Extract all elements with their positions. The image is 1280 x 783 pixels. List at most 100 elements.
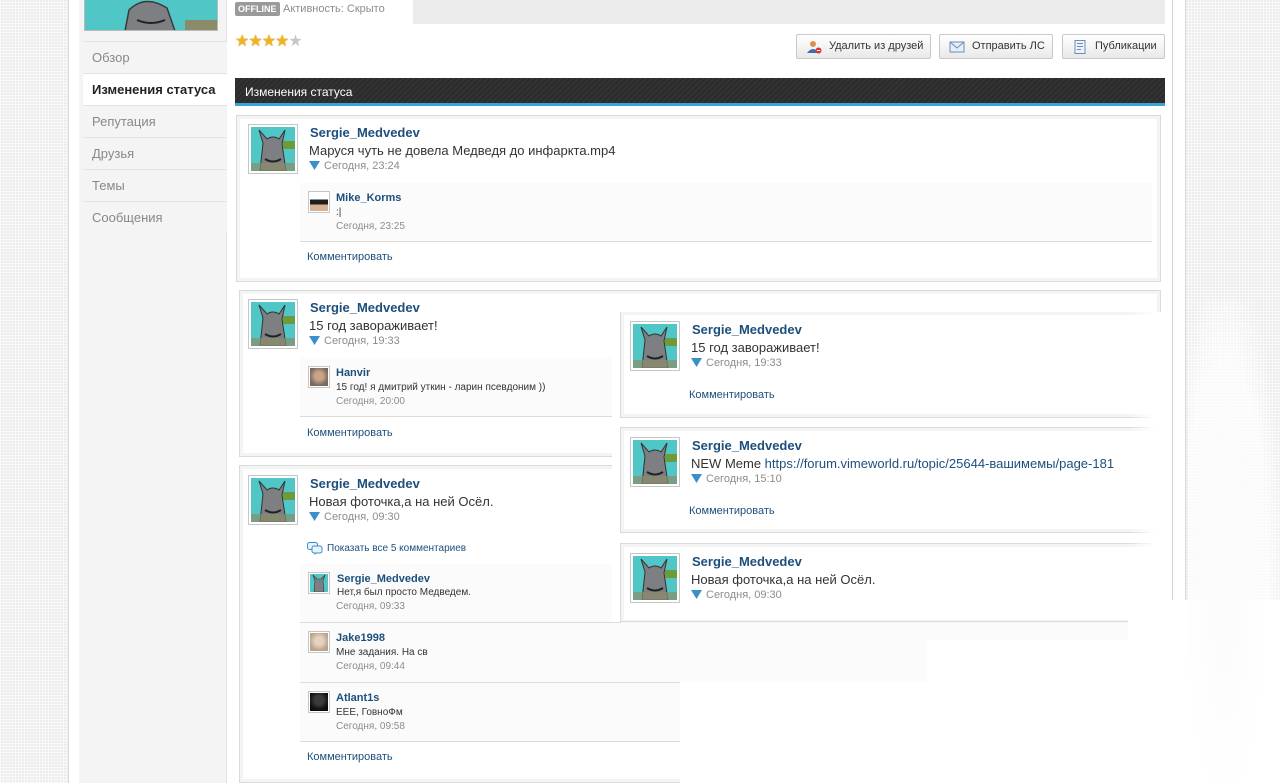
- expand-triangle-icon: [691, 474, 702, 483]
- sidebar-item-messages[interactable]: Сообщения: [83, 201, 227, 233]
- comment-author[interactable]: Jake1998: [336, 632, 385, 644]
- activity-status: Активность: Скрыто: [283, 3, 385, 15]
- comment-button[interactable]: Комментировать: [307, 427, 393, 439]
- donkey-avatar-icon: [251, 302, 295, 346]
- comments-bubble-icon: [307, 542, 323, 555]
- comment-text: :|: [336, 207, 342, 218]
- expand-triangle-icon: [309, 512, 320, 521]
- status-text: Маруся чуть не довела Медведя до инфаркт…: [309, 143, 616, 158]
- remove-friend-label: Удалить из друзей: [829, 40, 924, 52]
- status-author[interactable]: Sergie_Medvedev: [310, 476, 420, 491]
- donkey-avatar-icon: [633, 440, 677, 484]
- status-author[interactable]: Sergie_Medvedev: [692, 438, 802, 453]
- status-time-text: Сегодня, 09:30: [706, 589, 782, 601]
- status-time-text: Сегодня, 15:10: [706, 473, 782, 485]
- status-text: 15 год завораживает!: [691, 340, 820, 355]
- status-text: Новая фоточка,а на ней Осёл.: [691, 572, 876, 587]
- publications-button[interactable]: Публикации: [1062, 34, 1165, 59]
- comment-text: 15 год! я дмитрий уткин - ларин псевдони…: [336, 382, 546, 393]
- donkey-avatar-icon: [251, 478, 295, 522]
- comment-button[interactable]: Комментировать: [307, 751, 393, 763]
- avatar[interactable]: [630, 437, 680, 487]
- status-text: Новая фоточка,а на ней Осёл.: [309, 494, 494, 509]
- comment-button[interactable]: Комментировать: [689, 505, 775, 517]
- rating-stars[interactable]: ★★★★★: [235, 33, 303, 50]
- send-message-button[interactable]: Отправить ЛС: [939, 34, 1053, 59]
- avatar[interactable]: [630, 553, 680, 603]
- status-time[interactable]: Сегодня, 19:33: [691, 357, 782, 369]
- status-time[interactable]: Сегодня, 09:30: [691, 589, 782, 601]
- status-text: NEW Meme https://forum.vimeworld.ru/topi…: [691, 456, 1114, 471]
- status-time[interactable]: Сегодня, 19:33: [309, 335, 400, 347]
- comments-area: [300, 183, 1152, 241]
- sidebar-item-topics[interactable]: Темы: [83, 169, 227, 201]
- status-author[interactable]: Sergie_Medvedev: [310, 125, 420, 140]
- show-all-comments-link[interactable]: Показать все 5 комментариев: [307, 542, 467, 555]
- avatar[interactable]: [248, 124, 298, 174]
- offline-badge: OFFLINE: [235, 2, 280, 16]
- avatar[interactable]: [248, 475, 298, 525]
- send-message-label: Отправить ЛС: [972, 40, 1045, 52]
- faded-area: [1188, 300, 1280, 783]
- expand-triangle-icon: [309, 336, 320, 345]
- donkey-avatar-icon: [251, 127, 295, 171]
- star-icon: ★: [275, 33, 289, 50]
- comment-author[interactable]: Hanvir: [336, 367, 370, 379]
- status-time-text: Сегодня, 23:24: [324, 160, 400, 172]
- status-link[interactable]: https://forum.vimeworld.ru/topic/25644-в…: [765, 456, 1114, 471]
- comment-avatar[interactable]: [308, 366, 330, 388]
- donkey-avatar-icon: [85, 0, 217, 30]
- sidebar-item-friends[interactable]: Друзья: [83, 137, 227, 169]
- sidebar-item-status-changes[interactable]: Изменения статуса: [83, 73, 227, 105]
- comment-time: Сегодня, 09:33: [336, 601, 405, 612]
- remove-friend-button[interactable]: Удалить из друзей: [796, 34, 931, 59]
- avatar[interactable]: [630, 321, 680, 371]
- show-all-comments-label: Показать все 5 комментариев: [327, 543, 467, 554]
- user-avatar-icon: [310, 193, 328, 211]
- comment-author[interactable]: Atlant1s: [336, 692, 379, 704]
- divider: [620, 621, 1160, 622]
- comment-avatar[interactable]: [308, 631, 330, 653]
- status-time-text: Сегодня, 09:30: [324, 511, 400, 523]
- avatar[interactable]: [248, 299, 298, 349]
- status-author[interactable]: Sergie_Medvedev: [692, 322, 802, 337]
- comment-author[interactable]: Mike_Korms: [336, 192, 401, 204]
- comment-avatar[interactable]: [308, 191, 330, 213]
- publications-label: Публикации: [1095, 40, 1157, 52]
- divider: [300, 416, 612, 417]
- user-avatar-icon: [310, 368, 328, 386]
- expand-triangle-icon: [309, 161, 320, 170]
- comment-button[interactable]: Комментировать: [307, 251, 393, 263]
- star-icon: ★: [261, 33, 276, 50]
- profile-photo[interactable]: [84, 0, 218, 31]
- sidebar-item-reputation[interactable]: Репутация: [83, 105, 227, 137]
- donkey-avatar-icon: [310, 574, 328, 593]
- donkey-avatar-icon: [633, 324, 677, 368]
- profile-nav: Обзор Изменения статуса Репутация Друзья…: [83, 41, 227, 233]
- star-icon: ★: [235, 33, 249, 50]
- status-time[interactable]: Сегодня, 15:10: [691, 473, 782, 485]
- status-text: 15 год завораживает!: [309, 318, 438, 333]
- donkey-avatar-icon: [633, 556, 677, 600]
- status-time[interactable]: Сегодня, 23:24: [309, 160, 400, 172]
- user-avatar-icon: [310, 693, 328, 711]
- expand-triangle-icon: [691, 590, 702, 599]
- divider: [300, 241, 1152, 242]
- status-time-text: Сегодня, 19:33: [706, 357, 782, 369]
- envelope-icon: [949, 41, 965, 53]
- expand-triangle-icon: [691, 358, 702, 367]
- comment-text: Мне задания. На св: [336, 647, 428, 658]
- comment-button[interactable]: Комментировать: [689, 389, 775, 401]
- comment-text: Нет,я был просто Медведем.: [337, 587, 471, 598]
- comment-avatar[interactable]: [308, 572, 330, 594]
- remove-user-icon: [807, 41, 822, 54]
- user-avatar-icon: [310, 633, 328, 651]
- status-author[interactable]: Sergie_Medvedev: [692, 554, 802, 569]
- sidebar-item-overview[interactable]: Обзор: [83, 41, 227, 73]
- comment-author[interactable]: Sergie_Medvedev: [337, 573, 430, 585]
- comment-avatar[interactable]: [308, 691, 330, 713]
- comment-text: ЕЕЕ, ГовноФм: [336, 707, 403, 718]
- status-author[interactable]: Sergie_Medvedev: [310, 300, 420, 315]
- status-time[interactable]: Сегодня, 09:30: [309, 511, 400, 523]
- comment-time: Сегодня, 09:44: [336, 661, 405, 672]
